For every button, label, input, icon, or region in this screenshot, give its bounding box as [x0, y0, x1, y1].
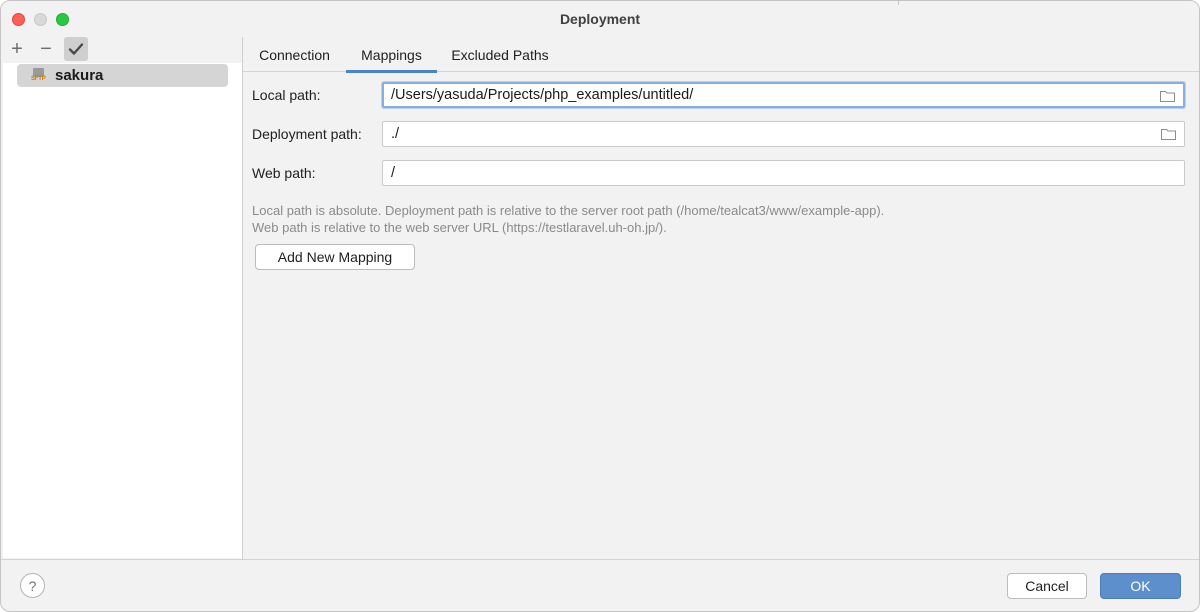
sftp-icon: SFTP — [31, 67, 49, 84]
path-hint-line-2: Web path is relative to the web server U… — [252, 220, 667, 235]
title-divider — [898, 1, 899, 5]
sftp-icon-label: SFTP — [31, 75, 46, 82]
tab-mappings-label: Mappings — [361, 46, 422, 63]
path-hint: Local path is absolute. Deployment path … — [252, 202, 884, 236]
path-hint-line-1: Local path is absolute. Deployment path … — [252, 203, 885, 218]
local-path-field[interactable]: /Users/yasuda/Projects/php_examples/unti… — [382, 82, 1185, 108]
add-server-button[interactable]: + — [5, 37, 29, 61]
local-path-label: Local path: — [252, 87, 321, 103]
cancel-button[interactable]: Cancel — [1007, 573, 1087, 599]
settings-tabs: Connection Mappings Excluded Paths — [243, 37, 1199, 73]
deployment-path-value: ./ — [391, 126, 400, 142]
web-path-value: / — [391, 165, 396, 181]
web-path-field[interactable]: / — [382, 160, 1185, 186]
footer-divider — [1, 559, 1199, 560]
browse-folder-icon[interactable] — [1161, 128, 1176, 140]
active-tab-indicator — [346, 70, 437, 73]
set-default-server-button[interactable] — [64, 37, 88, 61]
server-item-sakura[interactable]: SFTP sakura — [17, 64, 228, 87]
title-bar: Deployment — [1, 1, 1199, 37]
local-path-value: /Users/yasuda/Projects/php_examples/unti… — [391, 87, 694, 103]
pane-divider[interactable] — [242, 37, 243, 559]
plus-icon: + — [11, 38, 23, 60]
checkmark-icon — [68, 43, 84, 55]
ok-button[interactable]: OK — [1100, 573, 1181, 599]
deployment-path-label: Deployment path: — [252, 126, 362, 142]
question-mark-icon: ? — [28, 577, 37, 594]
window-title: Deployment — [559, 11, 641, 27]
deployment-dialog: Deployment + − SFTP sakura Connection Ma… — [0, 0, 1200, 612]
tab-excluded-paths[interactable]: Excluded Paths — [437, 37, 563, 72]
browse-folder-icon[interactable] — [1160, 90, 1175, 102]
remove-server-button[interactable]: − — [34, 37, 58, 61]
minus-icon: − — [40, 38, 52, 60]
deployment-path-field[interactable]: ./ — [382, 121, 1185, 147]
tab-mappings[interactable]: Mappings — [346, 37, 437, 73]
server-toolbar: + − — [1, 37, 242, 63]
web-path-label: Web path: — [252, 165, 316, 181]
add-new-mapping-button[interactable]: Add New Mapping — [255, 244, 415, 270]
server-list: SFTP sakura — [3, 63, 242, 558]
tab-connection[interactable]: Connection — [243, 37, 346, 72]
help-button[interactable]: ? — [20, 573, 45, 598]
server-name: sakura — [55, 67, 104, 84]
